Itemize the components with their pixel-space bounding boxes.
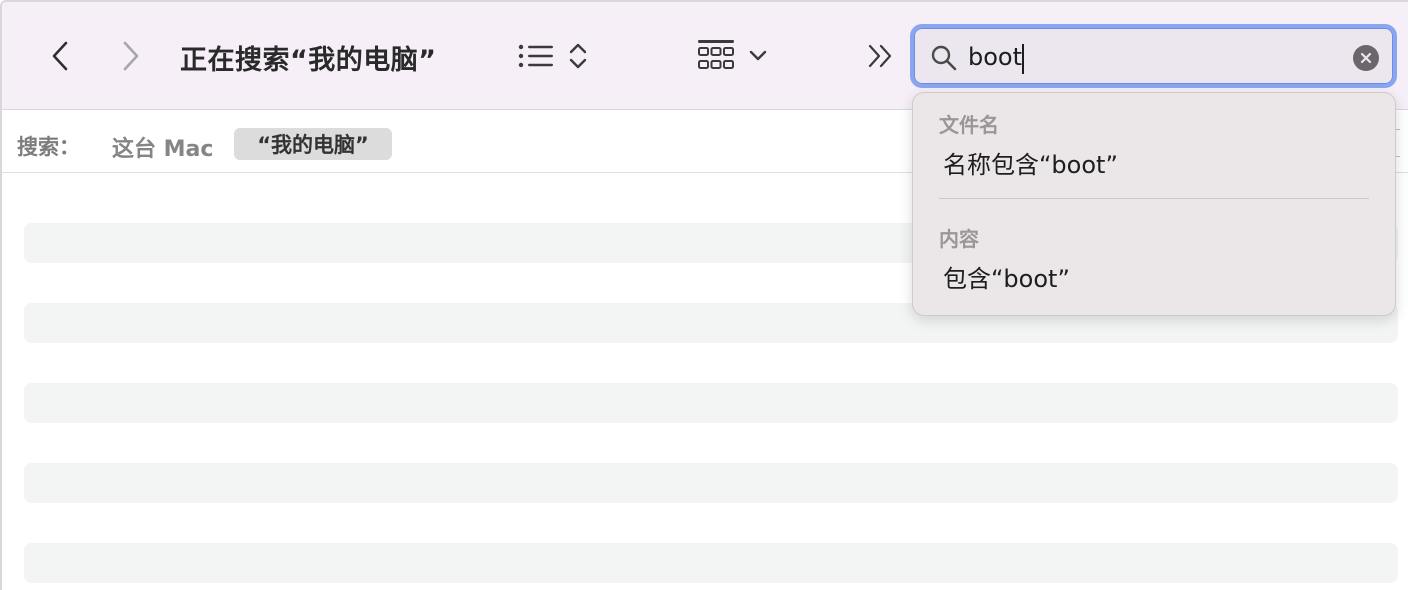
list-view-icon (518, 44, 553, 68)
clear-search-button[interactable] (1353, 45, 1379, 71)
window-title: 正在搜索“我的电脑” (180, 45, 437, 76)
back-button[interactable] (42, 36, 78, 76)
suggestion-item-content[interactable]: 包含“boot” (943, 259, 1070, 294)
clear-x-icon (1360, 52, 1372, 64)
view-options-button[interactable] (517, 34, 589, 78)
double-chevron-right-icon (868, 44, 892, 68)
chevron-down-icon (749, 50, 767, 61)
scope-label: 搜索： (17, 135, 80, 159)
search-field[interactable] (910, 24, 1397, 88)
suggestion-header-filename: 文件名 (939, 113, 999, 137)
scope-this-mac[interactable]: 这台 Mac (112, 131, 213, 163)
icon-grid-view-icon (698, 40, 734, 69)
forward-button[interactable] (113, 36, 149, 76)
search-suggestions-popover: 文件名 名称包含“boot” 内容 包含“boot” (912, 92, 1396, 316)
result-row-placeholder (24, 383, 1398, 423)
scope-my-computer[interactable]: “我的电脑” (234, 128, 392, 160)
group-view-button[interactable] (696, 34, 768, 78)
result-row-placeholder (24, 463, 1398, 503)
chevron-left-icon (52, 41, 68, 71)
text-caret (1022, 44, 1024, 74)
toolbar-overflow-button[interactable] (866, 34, 896, 78)
suggestion-header-content: 内容 (939, 227, 979, 251)
up-down-chevron-icon (569, 43, 587, 69)
suggestion-item-filename[interactable]: 名称包含“boot” (943, 145, 1118, 180)
chevron-right-icon (123, 41, 139, 71)
finder-window: 正在搜索“我的电脑” boot 搜索： 这台 Mac “我的电脑” 文件名 名称… (0, 0, 1408, 590)
result-row-placeholder (24, 543, 1398, 583)
magnifier-icon (931, 45, 957, 71)
suggestion-divider (939, 198, 1369, 199)
